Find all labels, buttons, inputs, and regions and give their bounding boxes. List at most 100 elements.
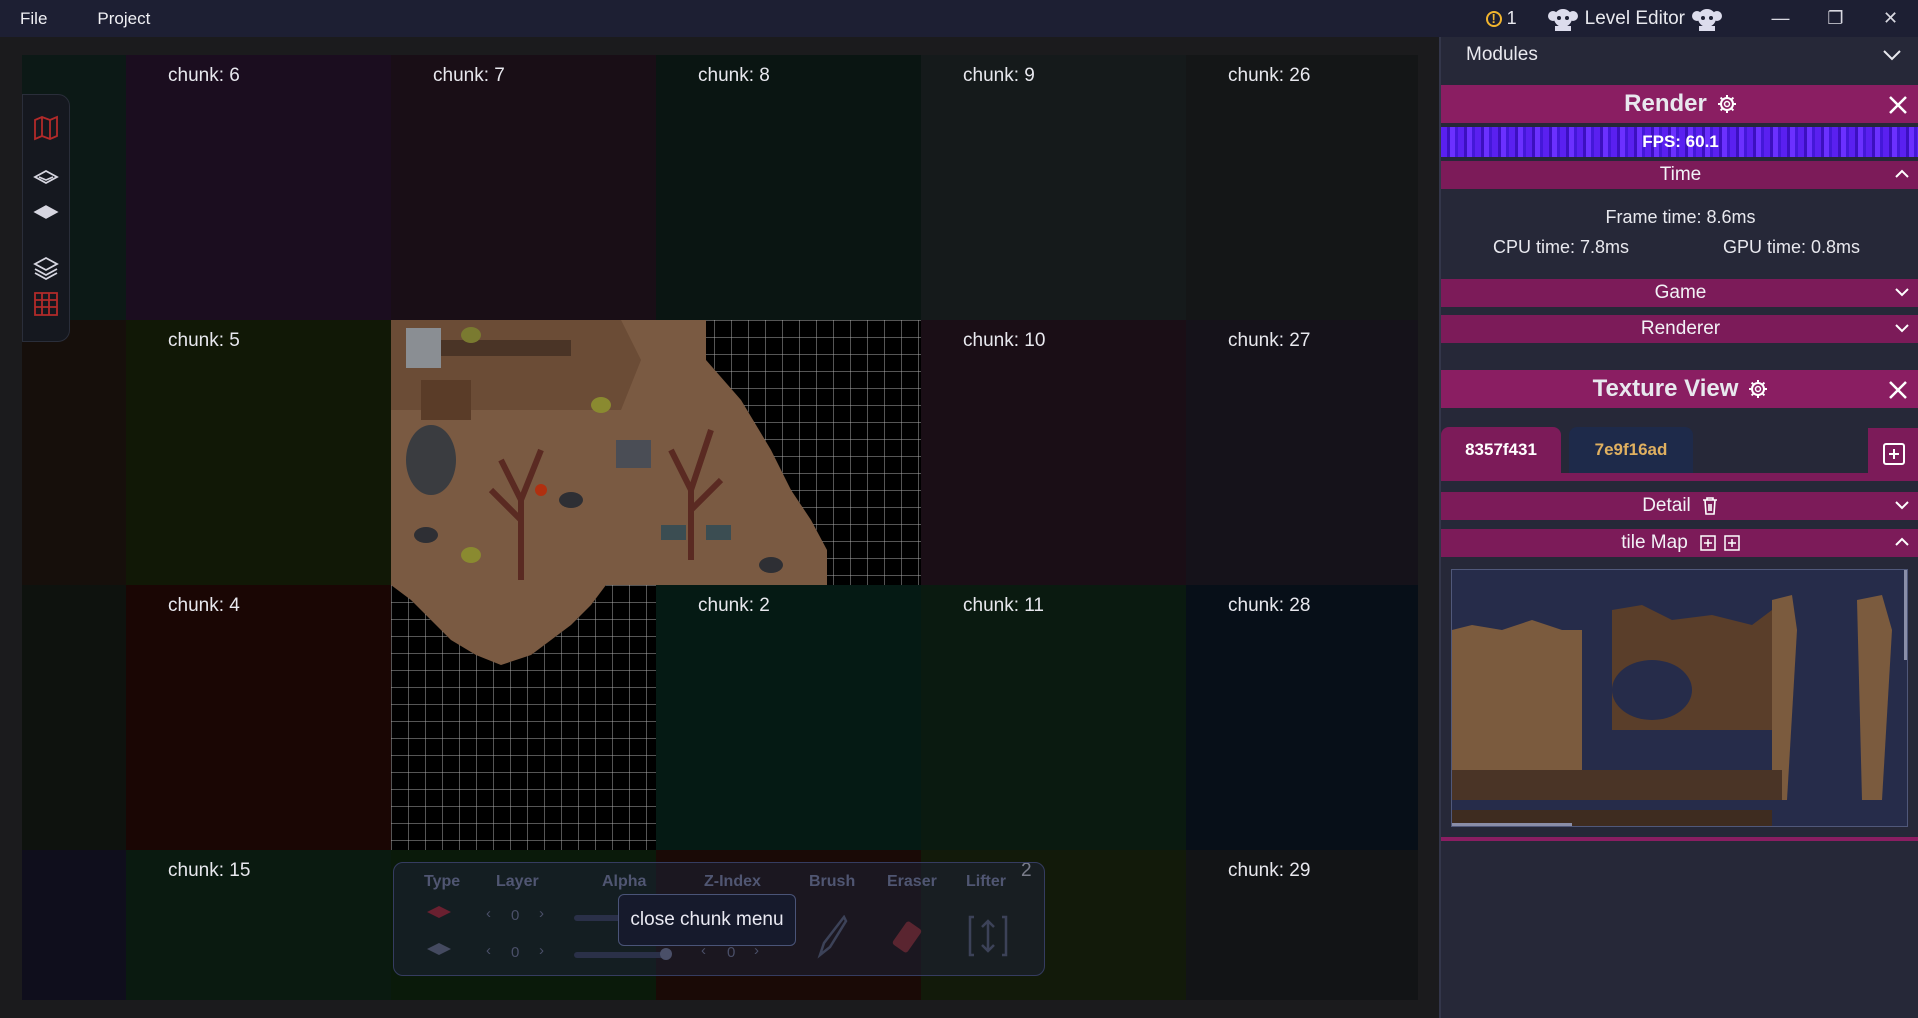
chunk-cell[interactable]: chunk: 7: [391, 55, 656, 320]
layer-next-arrow[interactable]: ›: [539, 905, 544, 922]
detail-title: Detail: [1642, 495, 1691, 516]
cpu-time: CPU time: 7.8ms: [1493, 237, 1630, 257]
chunk-cell[interactable]: chunk: 29: [1186, 850, 1418, 1000]
minimize-button[interactable]: —: [1753, 8, 1808, 29]
lifter-icon[interactable]: [966, 913, 1010, 959]
layer-up-icon[interactable]: [33, 165, 59, 191]
layer-prev-arrow[interactable]: ‹: [486, 942, 491, 959]
map-icon[interactable]: [33, 115, 59, 141]
add-tile-icon[interactable]: [1724, 535, 1740, 551]
menu-bar: File Project ! 1 Level Editor — ❐ ✕: [0, 0, 1918, 37]
grid-icon[interactable]: [33, 291, 59, 317]
chunk-cell[interactable]: chunk: 5: [126, 320, 391, 585]
texture-tab[interactable]: 7e9f16ad: [1569, 427, 1693, 473]
time-section-header[interactable]: Time: [1441, 161, 1918, 189]
chunk-cell[interactable]: chunk: 8: [656, 55, 921, 320]
fps-label: FPS: 60.1: [1642, 132, 1719, 151]
tilemap-scene: [391, 320, 921, 585]
layer-prev-arrow[interactable]: ‹: [486, 905, 491, 922]
renderer-title: Renderer: [1640, 318, 1721, 339]
lifter-header: Lifter: [966, 873, 1006, 890]
chunk-label: chunk: 7: [433, 65, 505, 86]
type-layer-grey-icon[interactable]: [426, 942, 452, 956]
eraser-icon[interactable]: [890, 917, 926, 957]
expand-icon[interactable]: [1700, 535, 1716, 551]
tilemap-chunk[interactable]: [391, 585, 656, 850]
layer-next-arrow[interactable]: ›: [539, 942, 544, 959]
render-header[interactable]: Render: [1441, 85, 1918, 123]
monkey-logo-right-icon: [1692, 8, 1722, 31]
warning-indicator[interactable]: ! 1: [1485, 8, 1517, 29]
chevron-up-icon[interactable]: [1894, 166, 1910, 182]
brush-header: Brush: [809, 873, 856, 890]
close-icon[interactable]: [1888, 95, 1908, 115]
chunk-label: chunk: 8: [698, 65, 770, 86]
gear-icon[interactable]: [1748, 379, 1768, 399]
close-chunk-menu-tooltip[interactable]: close chunk menu: [618, 894, 796, 946]
eraser-header: Eraser: [887, 873, 937, 890]
zindex-header: Z-Index: [704, 873, 761, 890]
level-canvas[interactable]: chunk: 6 chunk: 7 chunk: 8 chunk: 9 chun…: [22, 55, 1418, 1000]
chunk-label: chunk: 26: [1228, 65, 1311, 86]
detail-section-header[interactable]: Detail: [1441, 492, 1918, 520]
chunk-label: chunk: 9: [963, 65, 1035, 86]
restore-button[interactable]: ❐: [1808, 8, 1863, 29]
chevron-down-icon[interactable]: [1894, 284, 1910, 300]
chunk-label: chunk: 10: [963, 330, 1046, 351]
chunk-cell[interactable]: chunk: 15: [126, 850, 391, 1000]
chunk-cell-partial[interactable]: [22, 320, 126, 585]
alpha-slider-2[interactable]: [574, 952, 664, 958]
chunk-cell-partial[interactable]: [22, 850, 126, 1000]
time-title: Time: [1659, 164, 1702, 185]
layer-value: 0: [511, 907, 520, 924]
tilemap-chunk[interactable]: [391, 320, 921, 585]
chunk-label: chunk: 27: [1228, 330, 1311, 351]
monkey-logo-left-icon: [1547, 8, 1578, 31]
chevron-down-icon[interactable]: [1894, 497, 1910, 513]
tab-underline: [1441, 473, 1918, 481]
chevron-up-icon[interactable]: [1894, 534, 1910, 550]
chunk-cell[interactable]: chunk: 9: [921, 55, 1186, 320]
stack-layers-icon[interactable]: [33, 255, 59, 281]
horizontal-scrollbar[interactable]: [1452, 823, 1572, 826]
game-title: Game: [1654, 282, 1707, 303]
chunk-cell[interactable]: chunk: 27: [1186, 320, 1418, 585]
modules-panel: Modules Render FPS: 60.1 Time Frame time…: [1439, 37, 1918, 1018]
gpu-time: GPU time: 0.8ms: [1723, 237, 1861, 257]
chunk-cell[interactable]: chunk: 10: [921, 320, 1186, 585]
tilemap-scene-lower: [391, 585, 656, 850]
chunk-cell[interactable]: chunk: 4: [126, 585, 391, 850]
chunk-cell[interactable]: chunk: 26: [1186, 55, 1418, 320]
tile-map-section-header[interactable]: tile Map: [1441, 529, 1918, 557]
brush-icon[interactable]: [812, 915, 848, 959]
zindex-value: 0: [727, 944, 736, 961]
chunk-cell[interactable]: chunk: 6: [126, 55, 391, 320]
chunk-cell[interactable]: chunk: 2: [656, 585, 921, 850]
close-window-button[interactable]: ✕: [1863, 8, 1918, 29]
render-title: Render: [1624, 90, 1707, 117]
menu-file[interactable]: File: [20, 9, 47, 29]
gear-icon[interactable]: [1717, 94, 1737, 114]
chunk-cell[interactable]: chunk: 11: [921, 585, 1186, 850]
alpha-slider-handle[interactable]: [660, 948, 672, 960]
chunk-label: chunk: 4: [168, 595, 240, 616]
trash-icon[interactable]: [1701, 496, 1719, 516]
tile-map-preview[interactable]: [1451, 569, 1908, 827]
close-icon[interactable]: [1888, 380, 1908, 400]
left-toolbar: [22, 94, 70, 342]
game-section-header[interactable]: Game: [1441, 279, 1918, 307]
menu-project[interactable]: Project: [97, 9, 150, 29]
modules-header[interactable]: Modules: [1441, 37, 1918, 73]
texture-tab-active[interactable]: 8357f431: [1441, 427, 1561, 473]
frame-time: Frame time: 8.6ms: [1605, 207, 1756, 227]
renderer-section-header[interactable]: Renderer: [1441, 315, 1918, 343]
type-layer-red-icon[interactable]: [426, 905, 452, 919]
chevron-down-icon[interactable]: [1894, 320, 1910, 336]
layer-down-icon[interactable]: [33, 200, 59, 226]
chunk-cell-partial[interactable]: [22, 585, 126, 850]
alpha-header: Alpha: [602, 873, 647, 890]
texture-view-header[interactable]: Texture View: [1441, 370, 1918, 408]
vertical-scrollbar[interactable]: [1904, 570, 1907, 660]
chunk-cell[interactable]: chunk: 28: [1186, 585, 1418, 850]
chevron-down-icon[interactable]: [1882, 49, 1902, 61]
